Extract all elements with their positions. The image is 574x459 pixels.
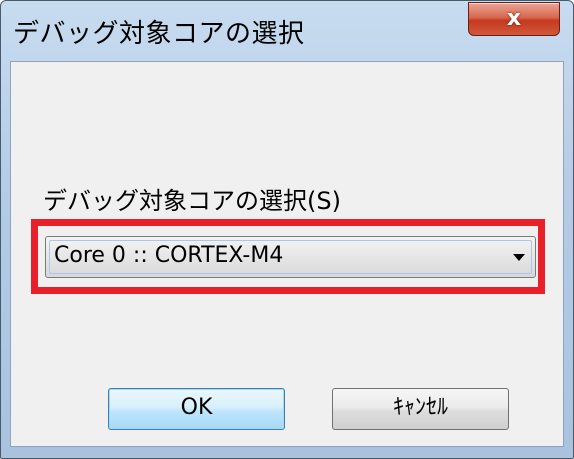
core-select-label: デバッグ対象コアの選択(S) — [43, 187, 341, 215]
cancel-button[interactable]: ｷｬﾝｾﾙ — [332, 388, 509, 430]
dialog-content: デバッグ対象コアの選択(S) Core 0 :: CORTEX-M4 OK ｷｬ… — [10, 61, 564, 447]
ok-button[interactable]: OK — [108, 388, 285, 430]
core-select-dropdown[interactable]: Core 0 :: CORTEX-M4 — [45, 236, 536, 278]
dialog-title: デバッグ対象コアの選択 — [13, 19, 305, 49]
core-select-value: Core 0 :: CORTEX-M4 — [54, 243, 284, 268]
close-button[interactable]: x — [468, 2, 560, 36]
close-icon: x — [506, 6, 522, 31]
title-bar[interactable]: デバッグ対象コアの選択 x — [1, 1, 573, 59]
dialog-window: デバッグ対象コアの選択 x デバッグ対象コアの選択(S) Core 0 :: C… — [0, 0, 574, 459]
chevron-down-icon[interactable] — [513, 254, 525, 261]
